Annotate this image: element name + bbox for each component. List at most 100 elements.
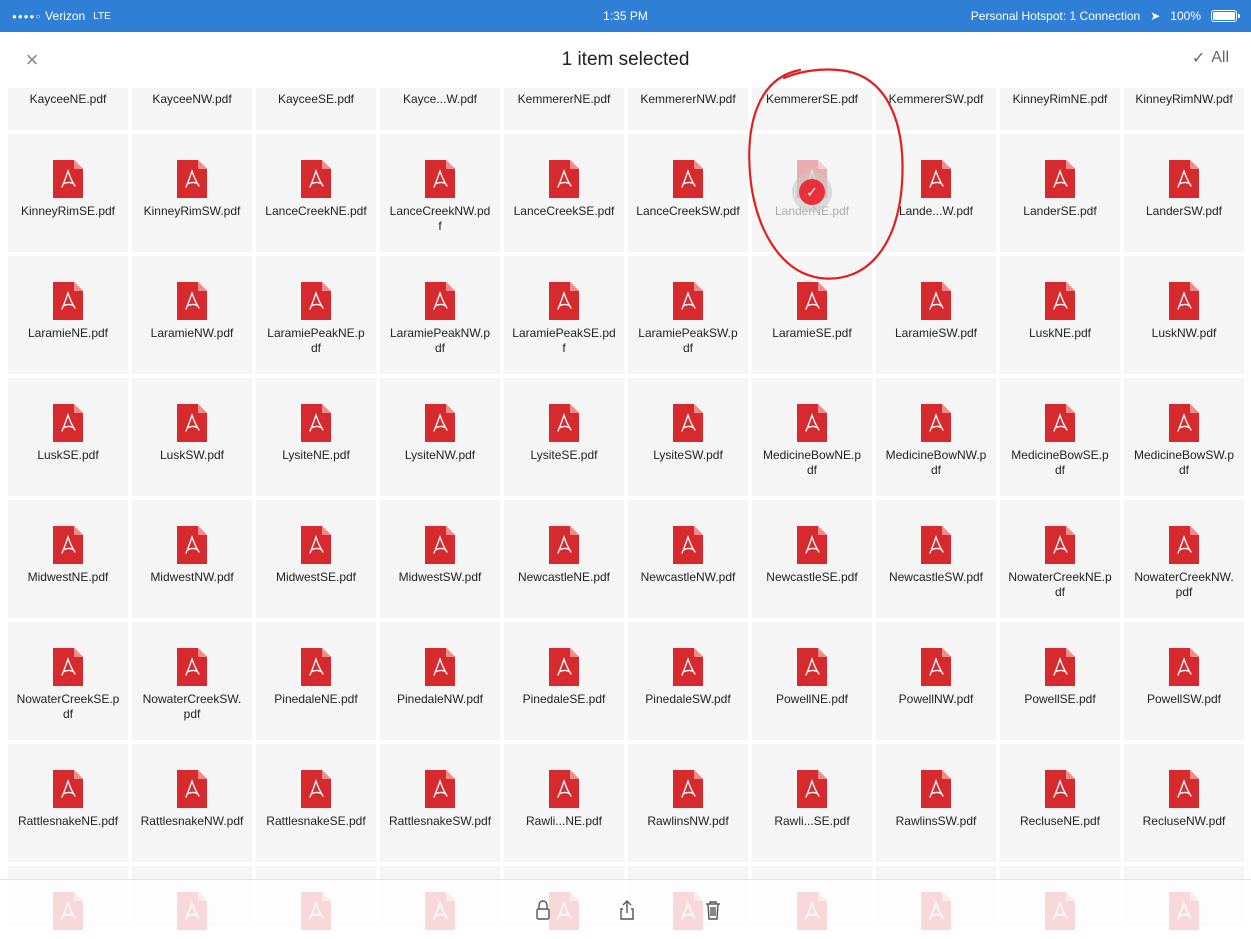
pdf-file-icon xyxy=(301,404,331,442)
file-item[interactable]: MedicineBowSW.pdf xyxy=(1124,378,1244,496)
file-item[interactable]: LanceCreekSE.pdf xyxy=(504,134,624,252)
file-item[interactable]: PowellNW.pdf xyxy=(876,622,996,740)
file-item[interactable]: LuskNW.pdf xyxy=(1124,256,1244,374)
file-item[interactable]: KayceeNW.pdf xyxy=(132,88,252,130)
file-item[interactable]: PowellSW.pdf xyxy=(1124,622,1244,740)
close-button[interactable]: × xyxy=(18,46,46,74)
file-item[interactable]: RawlinsSW.pdf xyxy=(876,744,996,862)
file-item[interactable]: LanderSE.pdf xyxy=(1000,134,1120,252)
file-item[interactable]: LuskNE.pdf xyxy=(1000,256,1120,374)
share-button[interactable] xyxy=(615,898,639,922)
file-item[interactable]: Lande...W.pdf xyxy=(876,134,996,252)
file-item[interactable]: LaramieNE.pdf xyxy=(8,256,128,374)
file-item[interactable]: KemmererNE.pdf xyxy=(504,88,624,130)
file-item[interactable]: NowaterCreekNE.pdf xyxy=(1000,500,1120,618)
file-item[interactable]: RecluseNW.pdf xyxy=(1124,744,1244,862)
file-item[interactable]: LaramieSW.pdf xyxy=(876,256,996,374)
file-name: NowaterCreekSE.pdf xyxy=(16,692,120,721)
file-item[interactable]: NowaterCreekSW.pdf xyxy=(132,622,252,740)
file-item[interactable]: KayceeSE.pdf xyxy=(256,88,376,130)
file-item[interactable]: KinneyRimNW.pdf xyxy=(1124,88,1244,130)
file-name: PowellSE.pdf xyxy=(1024,692,1096,706)
file-item[interactable]: NewcastleNE.pdf xyxy=(504,500,624,618)
file-item[interactable]: KayceeNE.pdf xyxy=(8,88,128,130)
file-item[interactable]: LanceCreekSW.pdf xyxy=(628,134,748,252)
file-item[interactable]: KemmererSW.pdf xyxy=(876,88,996,130)
file-item[interactable]: LysiteSW.pdf xyxy=(628,378,748,496)
file-item[interactable]: LaramiePeakNW.pdf xyxy=(380,256,500,374)
file-item[interactable]: LaramiePeakNE.pdf xyxy=(256,256,376,374)
file-name: NowaterCreekNW.pdf xyxy=(1134,570,1234,599)
file-item[interactable]: KinneyRimSE.pdf xyxy=(8,134,128,252)
file-item[interactable]: Rawli...SE.pdf xyxy=(752,744,872,862)
file-item[interactable]: MedicineBowSE.pdf xyxy=(1000,378,1120,496)
file-item[interactable]: MedicineBowNW.pdf xyxy=(876,378,996,496)
file-name: MedicineBowNW.pdf xyxy=(885,448,987,477)
file-name: RattlesnakeSW.pdf xyxy=(388,814,492,828)
pdf-file-icon xyxy=(1169,160,1199,198)
select-all-button[interactable]: ✓ All xyxy=(1192,48,1229,68)
file-item[interactable]: NowaterCreekSE.pdf xyxy=(8,622,128,740)
file-item[interactable]: LysiteNW.pdf xyxy=(380,378,500,496)
file-item[interactable]: LuskSW.pdf xyxy=(132,378,252,496)
file-item[interactable]: KinneyRimSW.pdf xyxy=(132,134,252,252)
checkmark-icon: ✓ xyxy=(1191,50,1206,67)
file-item[interactable]: LaramiePeakSE.pdf xyxy=(504,256,624,374)
file-item[interactable]: NewcastleNW.pdf xyxy=(628,500,748,618)
file-name: LanderSW.pdf xyxy=(1145,204,1223,218)
file-item[interactable]: RattlesnakeSE.pdf xyxy=(256,744,376,862)
file-item[interactable]: LanderNE.pdf✓ xyxy=(752,134,872,252)
file-item[interactable]: MidwestNW.pdf xyxy=(132,500,252,618)
pdf-file-icon xyxy=(797,404,827,442)
file-item[interactable]: RattlesnakeNW.pdf xyxy=(132,744,252,862)
file-item[interactable]: PinedaleSW.pdf xyxy=(628,622,748,740)
pdf-file-icon xyxy=(301,648,331,686)
file-item[interactable]: LaramiePeakSW.pdf xyxy=(628,256,748,374)
file-item[interactable]: PowellNE.pdf xyxy=(752,622,872,740)
file-name: Rawli...SE.pdf xyxy=(774,814,850,828)
file-name: KayceeSE.pdf xyxy=(277,92,355,106)
file-item[interactable]: MidwestSE.pdf xyxy=(256,500,376,618)
pdf-file-icon xyxy=(549,648,579,686)
file-item[interactable]: MidwestSW.pdf xyxy=(380,500,500,618)
file-item[interactable]: KemmererSE.pdf xyxy=(752,88,872,130)
file-item[interactable]: KemmererNW.pdf xyxy=(628,88,748,130)
file-item[interactable]: NowaterCreekNW.pdf xyxy=(1124,500,1244,618)
file-item[interactable]: RattlesnakeNE.pdf xyxy=(8,744,128,862)
file-item[interactable]: LanderSW.pdf xyxy=(1124,134,1244,252)
file-item[interactable]: PinedaleNE.pdf xyxy=(256,622,376,740)
file-item[interactable]: LuskSE.pdf xyxy=(8,378,128,496)
file-item[interactable]: Kayce...W.pdf xyxy=(380,88,500,130)
file-item[interactable]: PinedaleSE.pdf xyxy=(504,622,624,740)
file-item[interactable]: RattlesnakeSW.pdf xyxy=(380,744,500,862)
file-item[interactable]: LysiteNE.pdf xyxy=(256,378,376,496)
file-item[interactable]: RecluseNE.pdf xyxy=(1000,744,1120,862)
pdf-file-icon xyxy=(1045,404,1075,442)
file-item[interactable]: LaramieNW.pdf xyxy=(132,256,252,374)
file-item[interactable]: LanceCreekNW.pdf xyxy=(380,134,500,252)
file-item[interactable]: LaramieSE.pdf xyxy=(752,256,872,374)
pdf-file-icon xyxy=(301,160,331,198)
file-item[interactable]: Rawli...NE.pdf xyxy=(504,744,624,862)
file-name: PinedaleSW.pdf xyxy=(645,692,731,706)
file-item[interactable]: NewcastleSE.pdf xyxy=(752,500,872,618)
delete-button[interactable] xyxy=(701,898,725,922)
file-name: KinneyRimNW.pdf xyxy=(1135,92,1233,106)
file-item[interactable]: LanceCreekNE.pdf xyxy=(256,134,376,252)
file-item[interactable]: RawlinsNW.pdf xyxy=(628,744,748,862)
file-name: NowaterCreekSW.pdf xyxy=(142,692,242,721)
file-item[interactable]: LysiteSE.pdf xyxy=(504,378,624,496)
file-name: KayceeNE.pdf xyxy=(29,92,107,106)
file-name: MidwestNE.pdf xyxy=(27,570,109,584)
file-item[interactable]: MidwestNE.pdf xyxy=(8,500,128,618)
file-name: Kayce...W.pdf xyxy=(402,92,478,106)
lock-button[interactable] xyxy=(531,898,555,922)
file-item[interactable]: PowellSE.pdf xyxy=(1000,622,1120,740)
file-name: LanderSE.pdf xyxy=(1023,204,1097,218)
file-item[interactable]: KinneyRimNE.pdf xyxy=(1000,88,1120,130)
file-item[interactable]: MedicineBowNE.pdf xyxy=(752,378,872,496)
file-item[interactable]: PinedaleNW.pdf xyxy=(380,622,500,740)
file-name: RattlesnakeNW.pdf xyxy=(140,814,244,828)
bottom-toolbar xyxy=(0,879,1251,939)
file-item[interactable]: NewcastleSW.pdf xyxy=(876,500,996,618)
